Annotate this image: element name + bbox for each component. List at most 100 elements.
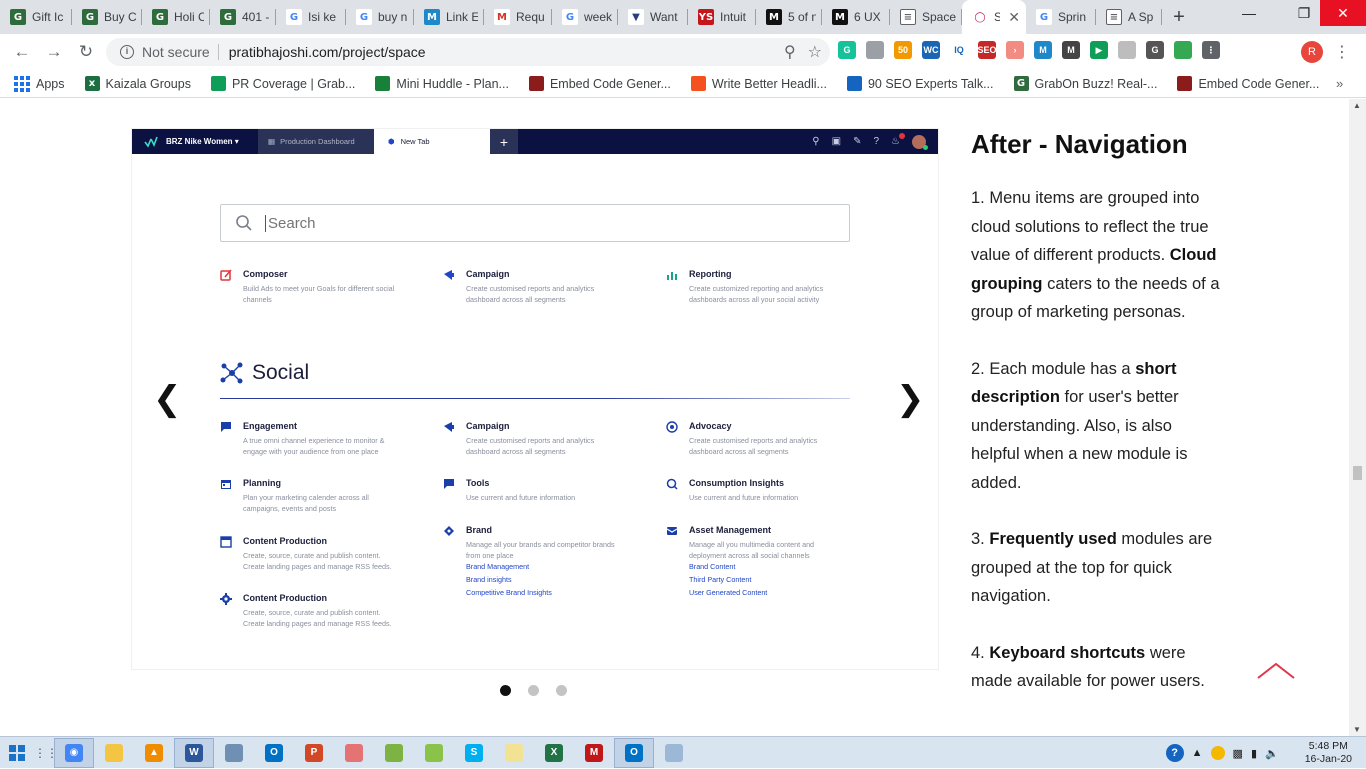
help-icon[interactable]: ? xyxy=(873,136,879,147)
module-link[interactable]: Third Party Content xyxy=(689,575,751,584)
carousel-dot[interactable] xyxy=(528,685,539,696)
bookmark-item[interactable]: 90 SEO Experts Talk... xyxy=(846,76,994,91)
start-button[interactable] xyxy=(0,737,34,769)
carousel-next-button[interactable]: ❯ xyxy=(896,379,925,419)
back-icon[interactable]: ← xyxy=(6,36,38,68)
seo-icon[interactable]: SEO xyxy=(978,41,997,59)
network-icon[interactable]: ▩ xyxy=(1233,747,1243,760)
page-scrollbar[interactable]: ▲ ▼ xyxy=(1349,99,1366,736)
bookmark-item[interactable]: Apps xyxy=(14,75,65,92)
address-bar[interactable]: i Not secure pratibhajoshi.com/project/s… xyxy=(106,38,830,66)
bookmark-item[interactable]: x Kaizala Groups xyxy=(84,76,191,91)
moon-icon[interactable] xyxy=(1118,41,1136,59)
arrow-icon[interactable]: › xyxy=(1006,41,1024,59)
tab-production-dashboard[interactable]: ▦ Production Dashboard xyxy=(258,129,374,154)
dots-icon[interactable]: ⋮ xyxy=(1202,41,1220,59)
m-blue-icon[interactable]: M xyxy=(1034,41,1052,59)
minimize-button[interactable]: — xyxy=(1226,0,1272,26)
ext-grey-icon[interactable] xyxy=(866,41,884,59)
bookmark-item[interactable]: Write Better Headli... xyxy=(690,76,827,91)
taskbar-explorer[interactable] xyxy=(94,738,134,768)
search-icon[interactable]: ⚲ xyxy=(812,136,819,147)
module-link[interactable]: User Generated Content xyxy=(689,588,767,597)
bookmark-star-icon[interactable]: ☆ xyxy=(808,42,822,62)
add-tab-button[interactable]: + xyxy=(490,129,518,154)
taskbar-excel[interactable]: X xyxy=(534,738,574,768)
browser-tab[interactable]: ◯ Sp ✕ xyxy=(962,0,1026,34)
clock[interactable]: 5:48 PM 16-Jan-20 xyxy=(1305,740,1352,766)
taskbar-mcafee[interactable]: M xyxy=(574,738,614,768)
back-to-top-icon[interactable] xyxy=(1256,660,1296,680)
taskbar-skype[interactable]: S xyxy=(454,738,494,768)
taskbar-outlook[interactable]: O xyxy=(254,738,294,768)
bookmark-item[interactable]: Mini Huddle - Plan... xyxy=(375,76,509,91)
volume-icon[interactable]: 🔈 xyxy=(1265,747,1279,760)
norton-icon[interactable] xyxy=(1210,746,1225,760)
calendar-icon[interactable]: ▣ xyxy=(832,136,841,147)
edit-icon[interactable]: ✎ xyxy=(853,136,861,147)
browser-tab[interactable]: YS Intuit xyxy=(688,0,756,34)
browser-tab[interactable]: Gweek xyxy=(552,0,618,34)
taskbar-calculator[interactable] xyxy=(214,738,254,768)
m-dark-icon[interactable]: M xyxy=(1062,41,1080,59)
browser-tab[interactable]: ≡ Space xyxy=(890,0,962,34)
g-dark-icon[interactable]: G xyxy=(1146,41,1164,59)
module-search[interactable] xyxy=(220,204,850,242)
battery-icon[interactable]: ▮ xyxy=(1251,747,1257,760)
browser-tab[interactable]: M Requ xyxy=(484,0,552,34)
browser-tab[interactable]: G Gift Ic xyxy=(0,0,72,34)
taskbar-notepad[interactable] xyxy=(654,738,694,768)
grammarly-icon[interactable]: G xyxy=(838,41,856,59)
bookmark-item[interactable]: PR Coverage | Grab... xyxy=(210,76,355,91)
scroll-down-icon[interactable]: ▼ xyxy=(1353,725,1361,734)
search-input[interactable] xyxy=(265,214,765,232)
notification-icon[interactable]: ♨ xyxy=(891,133,905,147)
module-link[interactable]: Brand insights xyxy=(466,575,512,584)
taskbar-notes[interactable] xyxy=(494,738,534,768)
carousel-dot[interactable] xyxy=(556,685,567,696)
org-switcher[interactable]: BRZ Nike Women ▾ xyxy=(166,137,258,146)
iq-icon[interactable]: IQ xyxy=(950,41,968,59)
browser-tab[interactable]: M Link E xyxy=(414,0,484,34)
forward-icon[interactable]: → xyxy=(38,36,70,68)
module-link[interactable]: Competitive Brand Insights xyxy=(466,588,552,597)
browser-tab[interactable]: G Sprin xyxy=(1026,0,1096,34)
inbox-icon[interactable] xyxy=(1174,41,1192,59)
browser-tab[interactable]: G Isi ke xyxy=(276,0,346,34)
url-text[interactable]: pratibhajoshi.com/project/space xyxy=(229,44,426,60)
tray-expand-icon[interactable]: ▲ xyxy=(1192,747,1203,759)
task-view-icon[interactable]: ⋮⋮ xyxy=(34,746,58,760)
browser-tab[interactable]: G Holi C xyxy=(142,0,210,34)
bookmark-item[interactable]: Embed Code Gener... xyxy=(528,76,671,91)
info-icon[interactable]: i xyxy=(120,45,134,59)
browser-tab[interactable]: M 6 UX xyxy=(822,0,890,34)
bookmark-item[interactable]: Embed Code Gener... xyxy=(1177,76,1319,91)
browser-tab[interactable]: Gbuy n xyxy=(346,0,414,34)
wc-icon[interactable]: WC xyxy=(922,41,940,59)
help-icon[interactable]: ? xyxy=(1165,744,1184,762)
taskbar-ext-green[interactable] xyxy=(414,738,454,768)
tab-new[interactable]: ⬢ New Tab xyxy=(374,129,490,154)
tab-close-icon[interactable]: ✕ xyxy=(1008,9,1020,26)
browser-tab[interactable]: ≡ A Sp xyxy=(1096,0,1162,34)
new-tab-button[interactable]: + xyxy=(1162,0,1196,34)
module-link[interactable]: Brand Management xyxy=(466,562,529,571)
bookmark-item[interactable]: G GrabOn Buzz! Real-... xyxy=(1013,76,1157,91)
browser-tab[interactable]: M 5 of n xyxy=(756,0,822,34)
profile-avatar[interactable]: R xyxy=(1301,41,1323,63)
menu-icon[interactable]: ⋮ xyxy=(1334,42,1350,62)
taskbar-paint[interactable] xyxy=(334,738,374,768)
taskbar-vlc[interactable]: ▲ xyxy=(134,738,174,768)
zoom-icon[interactable]: ⚲ xyxy=(784,42,796,62)
carousel-dot[interactable] xyxy=(500,685,511,696)
browser-tab[interactable]: G Buy C xyxy=(72,0,142,34)
scroll-up-icon[interactable]: ▲ xyxy=(1353,101,1361,110)
taskbar-chrome[interactable]: ◉ xyxy=(54,737,94,768)
reload-icon[interactable]: ↻ xyxy=(70,36,102,68)
module-link[interactable]: Brand Content xyxy=(689,562,735,571)
browser-tab[interactable]: ▼ Want xyxy=(618,0,688,34)
ext-50-icon[interactable]: 50 xyxy=(894,41,912,59)
taskbar-outlook2[interactable]: O xyxy=(614,737,654,768)
window-close-button[interactable]: ✕ xyxy=(1320,0,1366,26)
bookmarks-overflow-icon[interactable]: » xyxy=(1336,76,1343,91)
